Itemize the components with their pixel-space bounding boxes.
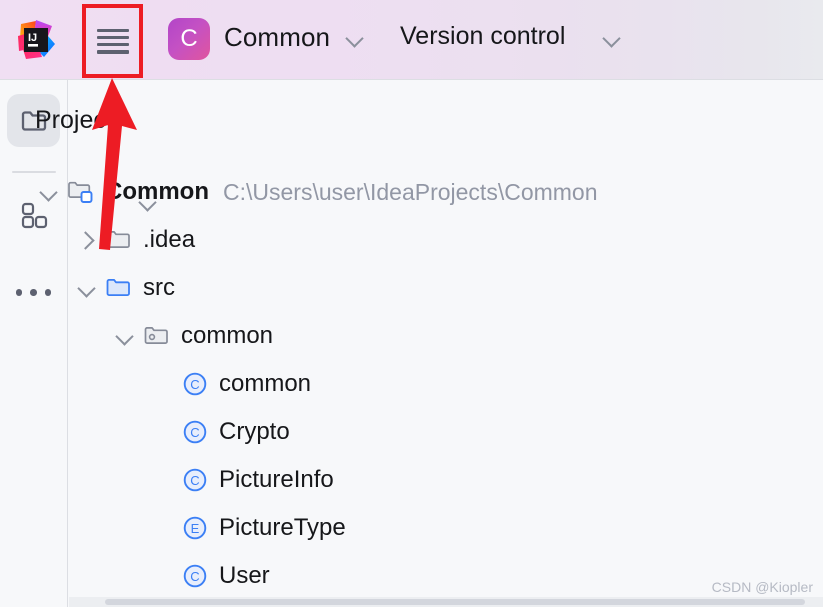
source-folder-icon <box>106 279 130 296</box>
tree-row[interactable]: common <box>112 312 273 360</box>
chevron-down-icon[interactable] <box>36 179 62 205</box>
tree-row-icon <box>104 225 134 255</box>
watermark-label: CSDN @Kiopler <box>711 579 813 595</box>
page-title[interactable]: Project <box>35 106 113 135</box>
tree-row-icon <box>142 321 172 351</box>
java-class-icon: C <box>183 468 207 492</box>
project-folder-icon <box>68 181 93 203</box>
tree-row-icon: E <box>180 513 210 543</box>
java-class-icon: C <box>183 564 207 588</box>
tree-row[interactable]: Ccommon <box>150 360 311 408</box>
tree-row[interactable]: E PictureType <box>150 504 346 552</box>
project-badge[interactable]: C <box>168 18 210 60</box>
horizontal-scrollbar-thumb[interactable] <box>105 599 805 605</box>
tree-row-icon: C <box>180 561 210 591</box>
sidebar-item-more[interactable] <box>7 266 60 319</box>
intellij-idea-window: IJ C Common Version control Project Comm… <box>0 0 823 607</box>
tree-row-icon: C <box>180 417 210 447</box>
tree-row-icon: C <box>180 465 210 495</box>
tree-row-icon <box>104 273 134 303</box>
svg-text:C: C <box>190 569 199 584</box>
tree-row-label: src <box>143 274 175 301</box>
chevron-down-icon[interactable] <box>346 32 364 42</box>
tree-row-icon <box>66 177 96 207</box>
chevron-down-icon[interactable] <box>603 32 621 42</box>
hamburger-menu-icon[interactable] <box>96 28 129 54</box>
tree-row-label: Common <box>105 178 209 205</box>
project-name-label[interactable]: Common <box>224 22 330 53</box>
tree-row[interactable]: .idea <box>74 216 195 264</box>
tree-row[interactable]: src <box>74 264 175 312</box>
tree-row-label: Crypto <box>219 418 290 445</box>
chevron-down-icon[interactable] <box>112 323 138 349</box>
tree-row[interactable]: C User <box>150 552 270 600</box>
tree-row-label: PictureInfo <box>219 466 334 493</box>
tree-twisty-placeholder <box>150 515 176 541</box>
svg-text:C: C <box>190 473 199 488</box>
tree-twisty-placeholder <box>150 371 176 397</box>
tree-row-label: PictureType <box>219 514 346 541</box>
version-control-label[interactable]: Version control <box>400 22 565 51</box>
folder-icon <box>106 231 130 248</box>
intellij-idea-logo-icon[interactable]: IJ <box>14 18 58 62</box>
package-folder-icon <box>144 327 168 344</box>
tree-row-label: User <box>219 562 270 589</box>
svg-text:C: C <box>190 425 199 440</box>
svg-text:C: C <box>190 377 199 392</box>
java-enum-icon: E <box>183 516 207 540</box>
tree-twisty-placeholder <box>150 467 176 493</box>
tree-row[interactable]: Common C:\Users\user\IdeaProjects\Common <box>36 168 598 216</box>
java-class-icon: C <box>183 420 207 444</box>
tree-row-label: common <box>181 322 274 349</box>
tree-row-label: .idea <box>143 226 196 253</box>
java-class-icon: C <box>183 372 207 396</box>
chevron-right-icon[interactable] <box>74 227 100 253</box>
tree-row-path: C:\Users\user\IdeaProjects\Common <box>223 178 598 205</box>
tree-row[interactable]: C PictureInfo <box>150 456 334 504</box>
svg-text:IJ: IJ <box>28 32 37 44</box>
tree-twisty-placeholder <box>150 563 176 589</box>
tree-twisty-placeholder <box>150 419 176 445</box>
chevron-down-icon[interactable] <box>74 275 100 301</box>
tree-row[interactable]: C Crypto <box>150 408 290 456</box>
svg-text:E: E <box>191 521 200 536</box>
tool-window-stripe <box>0 80 68 607</box>
main-menu-button-highlight[interactable] <box>82 4 143 78</box>
more-dots-icon <box>15 289 52 296</box>
tree-row-label: common <box>219 370 312 397</box>
tree-row-icon: C <box>180 369 210 399</box>
